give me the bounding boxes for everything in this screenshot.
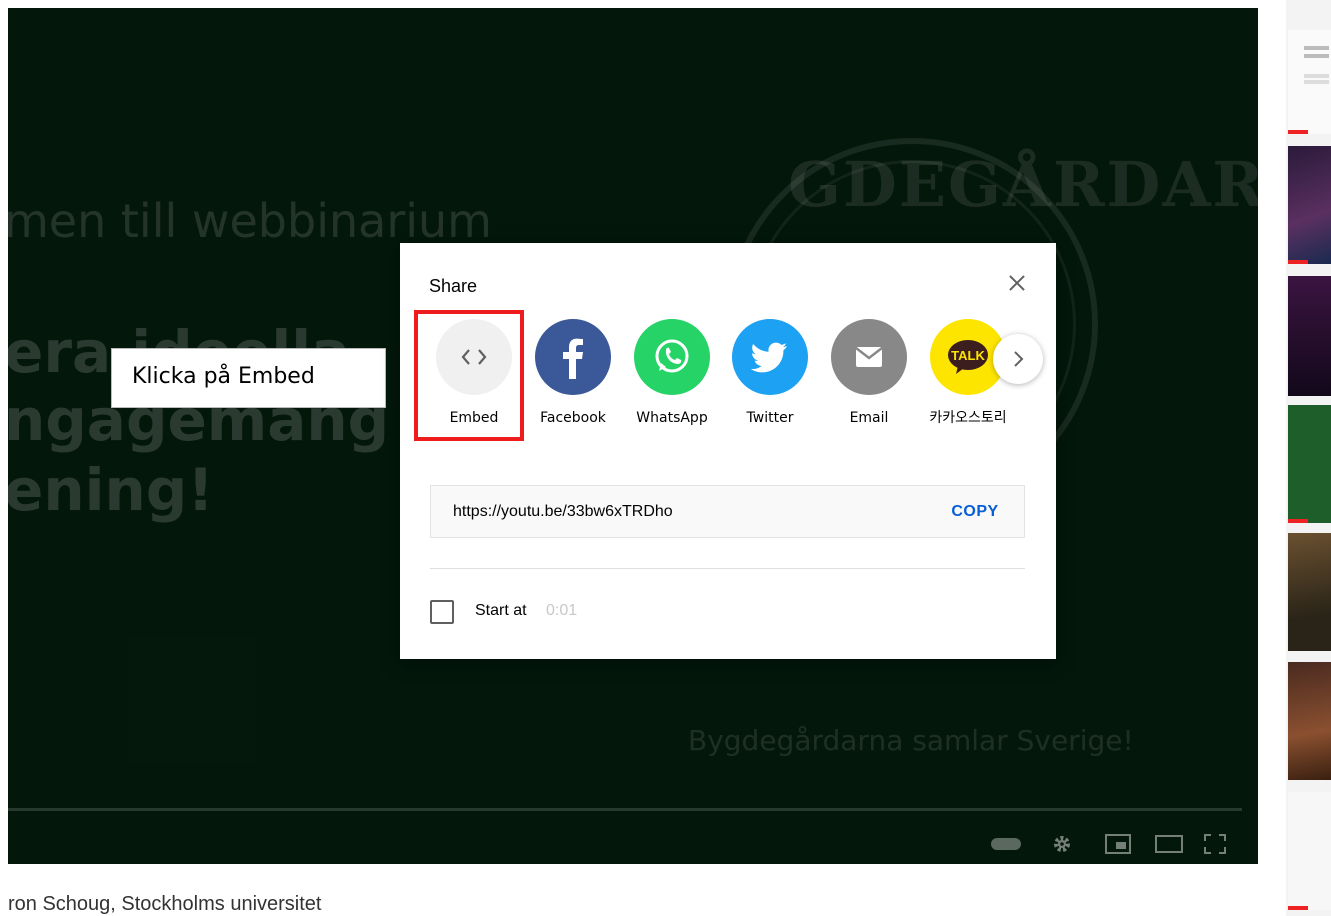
svg-text:TALK: TALK: [951, 348, 985, 363]
share-label: Embed: [449, 410, 499, 426]
related-video-thumbnail[interactable]: [1288, 30, 1331, 134]
start-at-checkbox[interactable]: [430, 600, 454, 624]
instruction-text: Klicka på Embed: [132, 364, 315, 389]
related-videos-sidebar: [1286, 0, 1331, 916]
share-label: 카카오스토리: [929, 410, 1007, 426]
instruction-callout: Klicka på Embed: [111, 348, 386, 408]
share-facebook-button[interactable]: Facebook: [528, 319, 618, 449]
divider: [430, 568, 1025, 569]
related-video-thumbnail[interactable]: [1288, 792, 1331, 910]
video-title: ron Schoug, Stockholms universitet: [8, 893, 322, 915]
related-video-thumbnail[interactable]: [1288, 276, 1331, 396]
dialog-title: Share: [429, 276, 478, 296]
share-twitter-button[interactable]: Twitter: [725, 319, 815, 449]
autoplay-toggle-icon[interactable]: [991, 838, 1021, 850]
start-at-time-input[interactable]: 0:01: [546, 602, 577, 620]
email-icon: [831, 319, 907, 395]
settings-gear-icon[interactable]: [1052, 834, 1072, 858]
share-url-text[interactable]: https://youtu.be/33bw6xTRDho: [453, 503, 673, 521]
related-video-thumbnail[interactable]: [1288, 662, 1331, 780]
close-icon[interactable]: [1005, 271, 1029, 295]
share-label: WhatsApp: [636, 410, 708, 426]
share-dialog: Share Embed Facebook WhatsApp Twitter Em…: [400, 243, 1056, 659]
facebook-icon: [535, 319, 611, 395]
whatsapp-icon: [634, 319, 710, 395]
miniplayer-icon[interactable]: [1105, 834, 1131, 854]
player-controls: [8, 820, 1258, 864]
theater-mode-icon[interactable]: [1155, 835, 1183, 853]
twitter-icon: [732, 319, 808, 395]
share-embed-button[interactable]: Embed: [429, 319, 519, 449]
share-label: Twitter: [746, 410, 794, 426]
share-label: Facebook: [540, 410, 606, 426]
copy-button[interactable]: COPY: [933, 495, 1017, 529]
share-whatsapp-button[interactable]: WhatsApp: [627, 319, 717, 449]
related-video-thumbnail[interactable]: [1288, 146, 1331, 264]
embed-code-icon: [436, 319, 512, 395]
related-video-thumbnail[interactable]: [1288, 405, 1331, 523]
start-at-label: Start at: [475, 602, 527, 619]
related-video-thumbnail[interactable]: [1288, 533, 1331, 651]
share-url-field: https://youtu.be/33bw6xTRDho COPY: [430, 485, 1025, 538]
share-email-button[interactable]: Email: [824, 319, 914, 449]
share-label: Email: [849, 410, 889, 426]
fullscreen-icon[interactable]: [1204, 834, 1226, 854]
chevron-right-icon[interactable]: [993, 334, 1043, 384]
progress-bar[interactable]: [8, 808, 1242, 811]
